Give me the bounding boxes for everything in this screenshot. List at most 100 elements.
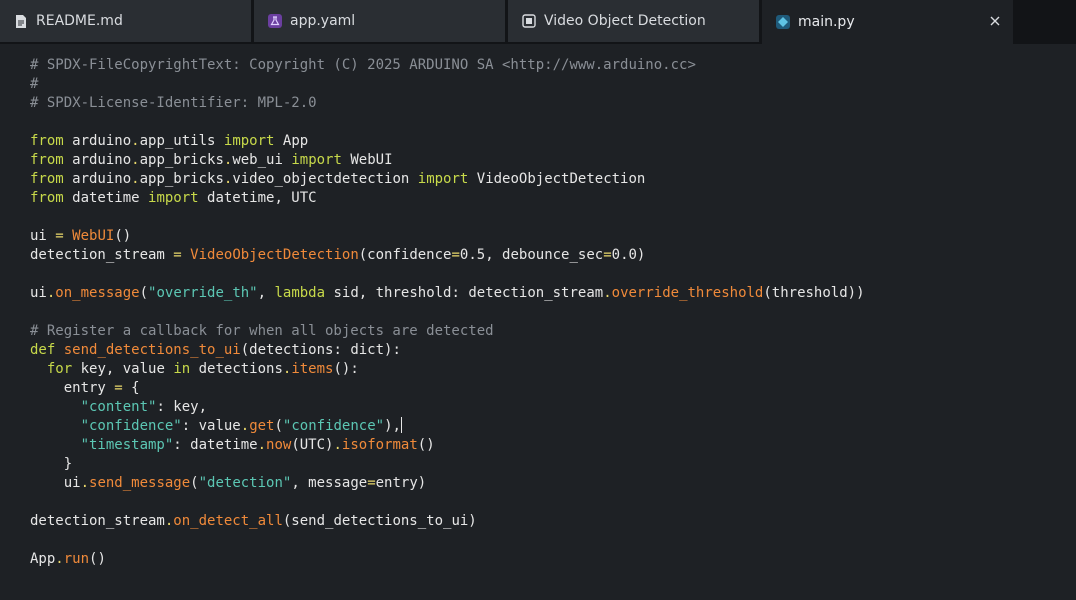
- code-token: =: [451, 247, 460, 263]
- tab-readme[interactable]: README.md: [0, 0, 251, 42]
- code-token: "confidence": [282, 418, 385, 434]
- code-token: 0.0): [611, 247, 646, 263]
- code-token: (send_detections_to_ui): [282, 513, 477, 529]
- code-token: from: [30, 133, 64, 149]
- code-token: detection_stream: [30, 513, 165, 529]
- code-line: ui.send_message("detection", message=ent…: [30, 474, 865, 493]
- code-token: App: [274, 133, 309, 149]
- code-token: import: [148, 190, 199, 206]
- code-token: App: [30, 551, 56, 567]
- code-token: datetime: [63, 190, 149, 206]
- code-editor[interactable]: # SPDX-FileCopyrightText: Copyright (C) …: [0, 44, 1076, 600]
- code-token: "timestamp": [80, 437, 174, 453]
- code-token: detections: [190, 361, 283, 377]
- code-token: entry): [375, 475, 427, 491]
- code-token: .: [131, 133, 140, 149]
- code-token: WebUI: [72, 228, 115, 244]
- tab-label: README.md: [36, 13, 123, 29]
- code-token: : key,: [156, 399, 208, 415]
- python-diamond-icon: [776, 15, 790, 29]
- code-token: .: [603, 285, 612, 301]
- code-token: sid, threshold: detection_stream: [325, 285, 604, 301]
- code-token: app_utils: [139, 133, 224, 149]
- close-icon[interactable]: [987, 13, 1003, 29]
- code-token: send_message: [89, 475, 191, 491]
- code-token: .: [55, 551, 64, 567]
- code-token: override_threshold: [611, 285, 764, 301]
- code-token: (: [139, 285, 149, 301]
- code-token: VideoObjectDetection: [468, 171, 646, 187]
- code-line: for key, value in detections.items():: [30, 360, 865, 379]
- code-token: ui: [30, 228, 56, 244]
- flask-icon: [268, 14, 282, 28]
- code-token: in: [173, 361, 191, 377]
- code-token: isoformat: [341, 437, 418, 453]
- code-token: #: [30, 76, 39, 92]
- code-token: =: [114, 380, 123, 396]
- tab-video-object-detection[interactable]: Video Object Detection: [508, 0, 759, 42]
- code-line: from arduino.app_utils import App: [30, 132, 865, 151]
- code-token: (detections: dict):: [240, 342, 401, 358]
- code-token: VideoObjectDetection: [190, 247, 359, 263]
- code-token: now: [266, 437, 292, 453]
- code-line: "content": key,: [30, 398, 865, 417]
- code-token: on_detect_all: [173, 513, 283, 529]
- code-token: arduino: [63, 133, 132, 149]
- code-line: detection_stream.on_detect_all(send_dete…: [30, 512, 865, 531]
- code-token: # SPDX-License-Identifier: MPL-2.0: [30, 95, 317, 111]
- tab-app-yaml[interactable]: app.yaml: [254, 0, 505, 42]
- code-token: ,: [257, 285, 275, 301]
- video-brick-icon: [522, 14, 536, 28]
- code-line: "timestamp": datetime.now(UTC).isoformat…: [30, 436, 865, 455]
- code-token: ui: [30, 475, 81, 491]
- code-token: arduino: [63, 152, 132, 168]
- code-token: app_bricks: [139, 152, 224, 168]
- code-line: }: [30, 455, 865, 474]
- code-token: (threshold)): [763, 285, 865, 301]
- tab-main-py[interactable]: main.py: [762, 0, 1013, 44]
- code-token: : value: [181, 418, 241, 434]
- code-token: (: [190, 475, 199, 491]
- code-token: =: [367, 475, 376, 491]
- code-line: ui = WebUI(): [30, 227, 865, 246]
- code-line: entry = {: [30, 379, 865, 398]
- code-token: datetime, UTC: [198, 190, 317, 206]
- code-token: .: [240, 418, 250, 434]
- code-token: "override_th": [148, 285, 258, 301]
- code-token: .: [131, 152, 140, 168]
- code-token: # Register a callback for when all objec…: [30, 323, 494, 339]
- code-token: =: [173, 247, 182, 263]
- code-line: detection_stream = VideoObjectDetection(…: [30, 246, 865, 265]
- code-token: (: [274, 418, 283, 434]
- code-token: .: [333, 437, 342, 453]
- code-token: key, value: [72, 361, 174, 377]
- tab-label: main.py: [798, 14, 855, 30]
- code-token: (): [89, 551, 106, 567]
- code-token: (): [114, 228, 132, 244]
- text-caret: [400, 417, 402, 433]
- code-token: 0.5, debounce_sec: [459, 247, 604, 263]
- code-token: .: [80, 475, 90, 491]
- code-token: get: [249, 418, 275, 434]
- code-token: web_ui: [232, 152, 292, 168]
- code-line: # Register a callback for when all objec…: [30, 322, 865, 341]
- code-token: from: [30, 171, 64, 187]
- code-line: App.run(): [30, 550, 865, 569]
- code-token: =: [603, 247, 612, 263]
- tab-label: Video Object Detection: [544, 13, 706, 29]
- code-token: on_message: [55, 285, 140, 301]
- file-text-icon: [14, 14, 28, 28]
- code-token: {: [122, 380, 140, 396]
- code-token: "confidence": [80, 418, 182, 434]
- code-token: detection_stream: [30, 247, 174, 263]
- tab-label: app.yaml: [290, 13, 356, 29]
- code-token: items: [291, 361, 334, 377]
- code-token: import: [417, 171, 469, 187]
